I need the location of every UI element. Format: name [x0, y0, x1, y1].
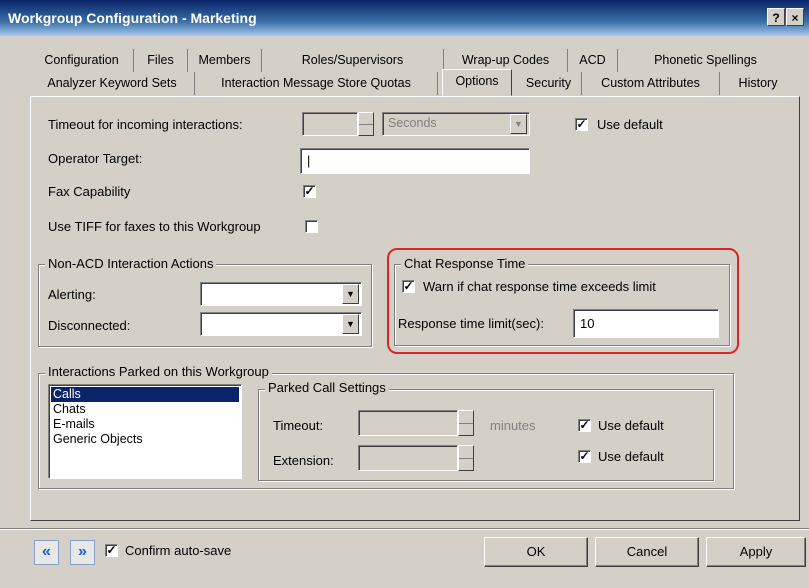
- timeout-unit-select[interactable]: Seconds: [382, 112, 530, 136]
- parked-call-settings-legend: Parked Call Settings: [265, 380, 389, 395]
- cancel-button[interactable]: Cancel: [595, 537, 699, 567]
- tab-row-1: Configuration Files Members Roles/Superv…: [30, 49, 806, 72]
- next-icon[interactable]: »: [70, 540, 95, 565]
- fax-capability-label: Fax Capability: [48, 184, 131, 199]
- ok-button[interactable]: OK: [484, 537, 588, 567]
- operator-target-label: Operator Target:: [48, 151, 143, 166]
- tab-custom-attributes[interactable]: Custom Attributes: [582, 72, 720, 95]
- tiff-label: Use TIFF for faxes to this Workgroup: [48, 219, 261, 234]
- extension-spinner[interactable]: [458, 445, 474, 471]
- apply-button[interactable]: Apply: [706, 537, 806, 567]
- timeout-input[interactable]: [302, 112, 358, 136]
- list-item[interactable]: E-mails: [51, 417, 239, 432]
- close-button[interactable]: ×: [786, 8, 804, 26]
- tab-roles-supervisors[interactable]: Roles/Supervisors: [262, 49, 444, 72]
- minutes-label: minutes: [490, 418, 536, 433]
- non-acd-legend: Non-ACD Interaction Actions: [45, 256, 217, 271]
- parked-timeout-label: Timeout:: [273, 418, 324, 433]
- highlight-outline: [387, 248, 739, 354]
- extension-use-default-label: Use default: [598, 449, 664, 464]
- help-button[interactable]: ?: [767, 8, 785, 26]
- list-item[interactable]: Chats: [51, 402, 239, 417]
- alerting-select[interactable]: [200, 282, 362, 306]
- parked-legend: Interactions Parked on this Workgroup: [45, 364, 272, 379]
- tab-history[interactable]: History: [720, 72, 796, 95]
- tab-interaction-message-store-quotas[interactable]: Interaction Message Store Quotas: [195, 72, 438, 95]
- extension-label: Extension:: [273, 453, 334, 468]
- timeout-label: Timeout for incoming interactions:: [48, 117, 243, 132]
- extension-use-default-checkbox[interactable]: ✓: [578, 450, 591, 463]
- disconnected-label: Disconnected:: [48, 318, 131, 333]
- tab-configuration[interactable]: Configuration: [30, 49, 134, 72]
- timeout-use-default-checkbox[interactable]: ✓: [575, 118, 588, 131]
- list-item[interactable]: Calls: [51, 387, 239, 402]
- tab-acd[interactable]: ACD: [568, 49, 618, 72]
- timeout-use-default-label: Use default: [597, 117, 663, 132]
- footer-separator: [0, 528, 809, 530]
- parked-timeout-use-default-label: Use default: [598, 418, 664, 433]
- parked-timeout-use-default-checkbox[interactable]: ✓: [578, 419, 591, 432]
- tab-analyzer-keyword-sets[interactable]: Analyzer Keyword Sets: [30, 72, 195, 95]
- confirm-auto-save-checkbox[interactable]: ✓: [105, 544, 118, 557]
- tab-options[interactable]: Options: [442, 69, 512, 96]
- fax-capability-checkbox[interactable]: ✓: [303, 185, 316, 198]
- disconnected-select[interactable]: [200, 312, 362, 336]
- title-bar: Workgroup Configuration - Marketing: [0, 0, 809, 36]
- confirm-auto-save-label: Confirm auto-save: [125, 543, 232, 558]
- parked-timeout-input[interactable]: [358, 410, 458, 436]
- tab-files[interactable]: Files: [134, 49, 188, 72]
- tab-security[interactable]: Security: [516, 72, 582, 95]
- parked-timeout-spinner[interactable]: [458, 410, 474, 436]
- previous-icon[interactable]: «: [34, 540, 59, 565]
- chevron-down-icon[interactable]: ▼: [510, 114, 527, 134]
- alerting-label: Alerting:: [48, 287, 96, 302]
- tiff-checkbox[interactable]: [305, 220, 318, 233]
- tab-phonetic-spellings[interactable]: Phonetic Spellings: [618, 49, 793, 72]
- tab-members[interactable]: Members: [188, 49, 262, 72]
- operator-target-input[interactable]: |: [300, 148, 530, 174]
- window-title: Workgroup Configuration - Marketing: [8, 10, 257, 26]
- list-item[interactable]: Generic Objects: [51, 432, 239, 447]
- chevron-down-icon[interactable]: ▼: [342, 284, 359, 304]
- extension-input[interactable]: [358, 445, 458, 471]
- parked-list[interactable]: Calls Chats E-mails Generic Objects: [48, 384, 242, 479]
- tab-row-2: Analyzer Keyword Sets Interaction Messag…: [30, 69, 806, 96]
- timeout-spinner[interactable]: [358, 112, 374, 136]
- chevron-down-icon[interactable]: ▼: [342, 314, 359, 334]
